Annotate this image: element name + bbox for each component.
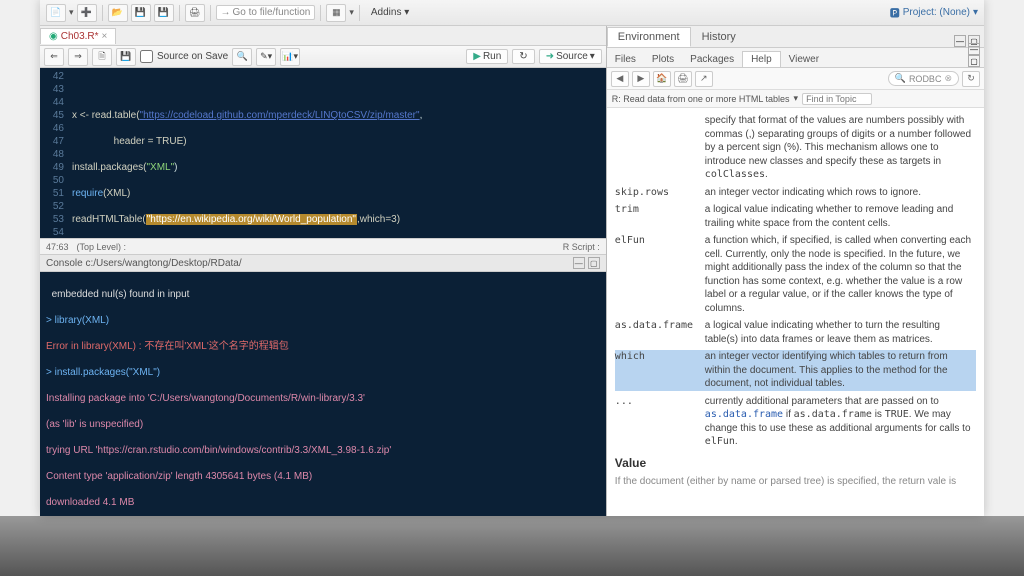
goto-placeholder: Go to file/function — [233, 7, 311, 18]
maximize-icon[interactable]: ▢ — [968, 55, 980, 67]
r-file-icon: ◉ — [49, 31, 58, 42]
cursor-pos: 47:63 — [46, 242, 69, 252]
line-gutter: 42434445464748495051525354 — [40, 68, 68, 238]
main-toolbar: 📄 ▾ ➕ 📂 💾 💾 🖨 → Go to file/function ▦ ▾ … — [40, 0, 984, 26]
clear-icon[interactable]: ⊗ — [944, 73, 952, 84]
project-icon: 🅿 — [890, 5, 900, 20]
rerun-button[interactable]: ↻ — [512, 49, 534, 64]
source-on-save-checkbox[interactable] — [140, 50, 153, 63]
value-text: If the document (either by name or parse… — [615, 475, 976, 489]
goto-input[interactable]: → Go to file/function — [216, 5, 316, 20]
code-editor[interactable]: 42434445464748495051525354 x <- read.tab… — [40, 68, 606, 238]
arrow-right-icon: → — [221, 7, 231, 18]
addins-menu[interactable]: Addins ▾ — [371, 7, 409, 18]
value-heading: Value — [615, 455, 976, 471]
help-popout-button[interactable]: ↗ — [695, 71, 713, 87]
help-content[interactable]: specify that format of the values are nu… — [607, 108, 984, 516]
show-doc-button[interactable]: 🗎 — [92, 48, 112, 66]
minimize-icon[interactable]: — — [954, 35, 966, 47]
help-panel-tabs: Files Plots Packages Help Viewer — ▢ — [607, 48, 984, 68]
tab-help[interactable]: Help — [742, 51, 781, 67]
editor-statusbar: 47:63 (Top Level) : R Script : — [40, 238, 606, 254]
save-all-button[interactable]: 💾 — [154, 4, 174, 22]
minimize-icon[interactable]: — — [573, 257, 585, 269]
tab-files[interactable]: Files — [607, 52, 644, 67]
help-search-value: RODBC — [909, 74, 942, 84]
help-back-button[interactable]: ◀ — [611, 71, 629, 87]
file-tabs: ◉ Ch03.R* × — [40, 26, 606, 46]
editor-toolbar: ⇐ ⇒ 🗎 💾 Source on Save 🔍 ✎▾ 📊▾ ▶Run ↻ ➜S… — [40, 46, 606, 68]
help-print-button[interactable]: 🖨 — [674, 71, 692, 87]
help-breadcrumb: R: Read data from one or more HTML table… — [607, 90, 984, 108]
run-button[interactable]: ▶Run — [466, 49, 508, 64]
dropdown-icon[interactable]: ▾ — [69, 7, 74, 18]
find-button[interactable]: 🔍 — [232, 48, 252, 66]
back-button[interactable]: ⇐ — [44, 48, 64, 66]
help-forward-button[interactable]: ▶ — [632, 71, 650, 87]
console-title: Console c:/Users/wangtong/Desktop/RData/ — [46, 258, 242, 269]
grid-button[interactable]: ▦ — [326, 4, 346, 22]
print-button[interactable]: 🖨 — [185, 4, 205, 22]
help-home-button[interactable]: 🏠 — [653, 71, 671, 87]
tab-plots[interactable]: Plots — [644, 52, 682, 67]
close-icon[interactable]: × — [102, 31, 108, 42]
forward-button[interactable]: ⇒ — [68, 48, 88, 66]
maximize-icon[interactable]: ▢ — [588, 257, 600, 269]
search-icon: 🔍 — [895, 73, 906, 84]
breadcrumb-text: R: Read data from one or more HTML table… — [612, 94, 790, 104]
new-project-button[interactable]: ➕ — [77, 4, 97, 22]
tab-label: Ch03.R* — [61, 31, 99, 42]
new-file-button[interactable]: 📄 — [46, 4, 66, 22]
console[interactable]: embedded nul(s) found in input > library… — [40, 272, 606, 516]
scope-label[interactable]: (Top Level) : — [77, 242, 127, 252]
project-menu[interactable]: 🅿 Project: (None) ▾ — [890, 5, 978, 20]
save-file-button[interactable]: 💾 — [116, 48, 136, 66]
save-button[interactable]: 💾 — [131, 4, 151, 22]
wand-button[interactable]: ✎▾ — [256, 48, 276, 66]
tab-viewer[interactable]: Viewer — [781, 52, 827, 67]
refresh-button[interactable]: ↻ — [962, 71, 980, 87]
tab-ch03[interactable]: ◉ Ch03.R* × — [40, 28, 116, 44]
help-toolbar: ◀ ▶ 🏠 🖨 ↗ 🔍 RODBC ⊗ ↻ — [607, 68, 984, 90]
console-header: Console c:/Users/wangtong/Desktop/RData/… — [40, 254, 606, 272]
env-history-tabs: Environment History — ▢ — [607, 26, 984, 48]
selected-arg-which: whichan integer vector identifying which… — [615, 350, 976, 391]
help-search-input[interactable]: 🔍 RODBC ⊗ — [888, 71, 959, 86]
tab-environment[interactable]: Environment — [607, 27, 691, 47]
code-content[interactable]: x <- read.table("https://codeload.github… — [68, 68, 606, 238]
tab-history[interactable]: History — [691, 27, 747, 47]
report-button[interactable]: 📊▾ — [280, 48, 300, 66]
tab-packages[interactable]: Packages — [682, 52, 742, 67]
minimize-icon[interactable]: — — [968, 43, 980, 55]
open-file-button[interactable]: 📂 — [108, 4, 128, 22]
source-on-save-label: Source on Save — [157, 51, 228, 62]
source-button[interactable]: ➜Source ▾ — [539, 49, 602, 64]
find-in-topic-input[interactable] — [802, 93, 872, 105]
project-label: Project: (None) — [903, 7, 970, 18]
filetype-label[interactable]: R Script : — [563, 242, 600, 252]
